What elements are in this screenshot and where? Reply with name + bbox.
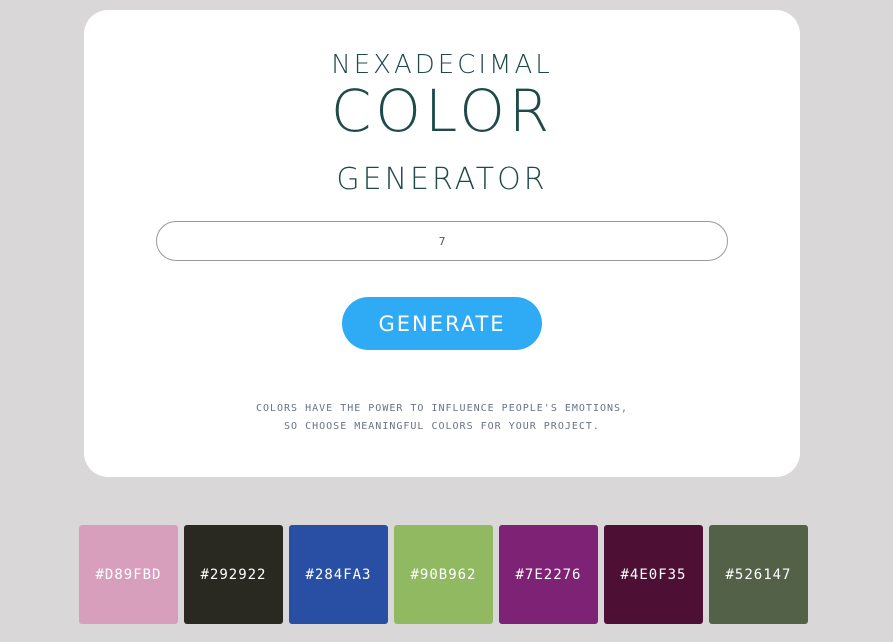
tagline-line-1: COLORS HAVE THE POWER TO INFLUENCE PEOPL… [255, 403, 629, 414]
color-swatch[interactable]: #4E0F35 [604, 525, 703, 624]
color-swatch[interactable]: #284FA3 [289, 525, 388, 624]
color-swatch[interactable]: #90B962 [394, 525, 493, 624]
title-top: NEXADECIMAL [331, 50, 553, 80]
color-swatch[interactable]: #526147 [709, 525, 808, 624]
generate-button[interactable]: GENERATE [342, 297, 542, 350]
color-swatch[interactable]: #D89FBD [79, 525, 178, 624]
color-swatch[interactable]: #292922 [184, 525, 283, 624]
generator-card: NEXADECIMAL COLOR GENERATOR GENERATE COL… [84, 10, 800, 477]
title-bottom: GENERATOR [336, 162, 548, 197]
color-swatch[interactable]: #7E2276 [499, 525, 598, 624]
tagline-line-2: SO CHOOSE MEANINGFUL COLORS FOR YOUR PRO… [284, 421, 600, 432]
color-count-input[interactable] [156, 221, 728, 261]
swatch-list: #D89FBD #292922 #284FA3 #90B962 #7E2276 … [79, 525, 808, 624]
title-main: COLOR [330, 77, 554, 145]
tagline: COLORS HAVE THE POWER TO INFLUENCE PEOPL… [84, 400, 800, 436]
